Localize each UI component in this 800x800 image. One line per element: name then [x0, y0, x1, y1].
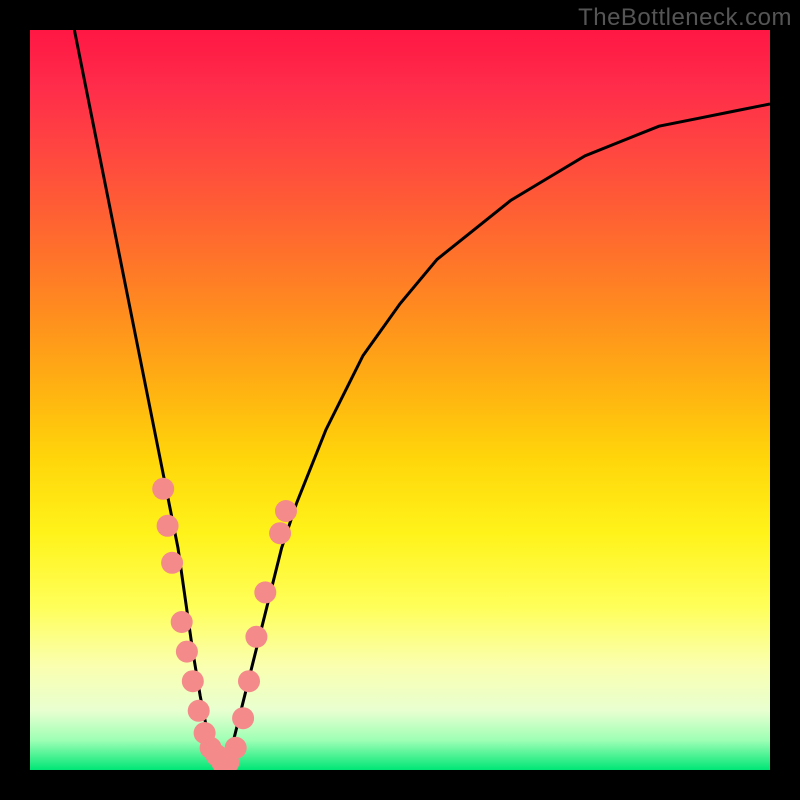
- curve-marker: [171, 611, 193, 633]
- chart-frame: TheBottleneck.com: [0, 0, 800, 800]
- curve-marker: [157, 515, 179, 537]
- curve-marker: [232, 707, 254, 729]
- bottleneck-curve-svg: [30, 30, 770, 770]
- curve-marker: [269, 522, 291, 544]
- curve-marker: [152, 478, 174, 500]
- plot-area: [30, 30, 770, 770]
- watermark-label: TheBottleneck.com: [578, 4, 792, 32]
- marker-group: [152, 478, 297, 770]
- curve-marker: [161, 552, 183, 574]
- curve-marker: [176, 641, 198, 663]
- curve-marker: [245, 626, 267, 648]
- curve-marker: [238, 670, 260, 692]
- curve-marker: [188, 700, 210, 722]
- bottleneck-curve: [74, 30, 770, 770]
- curve-marker: [275, 500, 297, 522]
- curve-marker: [225, 737, 247, 759]
- curve-marker: [254, 581, 276, 603]
- curve-marker: [182, 670, 204, 692]
